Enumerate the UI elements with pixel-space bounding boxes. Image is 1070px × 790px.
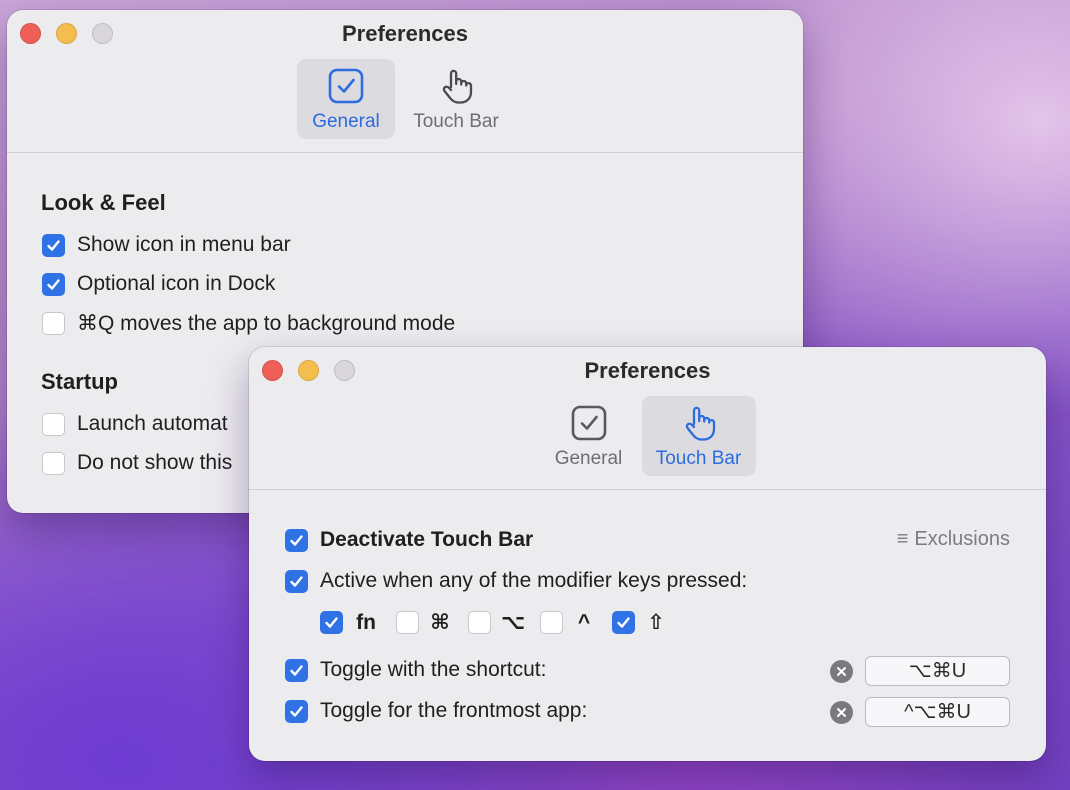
tab-touch-bar[interactable]: Touch Bar — [399, 59, 513, 139]
option-do-not-show[interactable]: Do not show this — [42, 451, 232, 475]
option-label: Do not show this — [77, 451, 233, 474]
exclusions-button[interactable]: ≡ Exclusions — [897, 528, 1010, 551]
titlebar: Preferences General Touch Bar — [249, 347, 1046, 490]
option-label: Toggle with the shortcut: — [320, 658, 547, 681]
section-title-look-feel: Look & Feel — [41, 190, 166, 215]
option-icon-in-dock[interactable]: Optional icon in Dock — [42, 272, 275, 296]
option-show-icon-menu-bar[interactable]: Show icon in menu bar — [42, 233, 291, 257]
checkmark-icon — [45, 237, 62, 254]
option-label: Active when any of the modifier keys pre… — [320, 569, 748, 592]
option-cmd-q-background[interactable]: ⌘Q moves the app to background mode — [42, 311, 455, 336]
checkmark-icon — [288, 703, 305, 720]
checkmark-icon — [288, 532, 305, 549]
section-title-startup: Startup — [41, 369, 118, 394]
shortcut-recorder-toggle[interactable]: ⌥⌘U — [865, 656, 1010, 686]
option-launch-automatically[interactable]: Launch automat — [42, 412, 228, 436]
toolbar-tabs: General Touch Bar — [249, 396, 1046, 476]
control-key-icon: ^ — [577, 610, 591, 634]
option-label: Toggle for the frontmost app: — [320, 699, 588, 722]
option-label: Deactivate Touch Bar — [320, 528, 534, 551]
option-key-icon: ⌥ — [501, 611, 526, 634]
checkbox-option[interactable] — [468, 611, 491, 634]
checkbox[interactable] — [285, 569, 308, 593]
clear-shortcut-button[interactable] — [830, 701, 853, 724]
tab-label: General — [554, 448, 623, 469]
modifier-keys-row: fn ⌘ ⌥ ^ ⇧ — [320, 610, 684, 635]
titlebar: Preferences General Touch Bar — [7, 10, 803, 153]
tab-label: General — [312, 111, 380, 132]
exclusions-label: Exclusions — [914, 528, 1010, 550]
checkbox[interactable] — [42, 451, 65, 475]
checkbox[interactable] — [42, 412, 65, 436]
shift-key-icon: ⇧ — [647, 611, 665, 634]
tab-general[interactable]: General — [540, 396, 638, 476]
shortcut-recorder-frontmost[interactable]: ^⌥⌘U — [865, 697, 1010, 727]
checkmark-icon — [323, 614, 340, 631]
clear-shortcut-button[interactable] — [830, 660, 853, 683]
window-title: Preferences — [342, 21, 468, 46]
checkbox[interactable] — [285, 699, 308, 723]
checkmark-icon — [615, 614, 632, 631]
tab-touch-bar[interactable]: Touch Bar — [641, 396, 756, 476]
checkbox[interactable] — [42, 312, 65, 335]
tab-label: Touch Bar — [413, 111, 499, 132]
checkbox-shift[interactable] — [612, 611, 635, 634]
checkbox[interactable] — [42, 233, 65, 257]
checkbox-icon — [570, 404, 608, 442]
hand-pointer-icon — [680, 404, 718, 442]
checkbox-control[interactable] — [540, 611, 563, 634]
option-label: Optional icon in Dock — [77, 272, 276, 295]
option-label: Launch automat — [77, 412, 228, 435]
checkmark-icon — [288, 573, 305, 590]
checkbox[interactable] — [42, 272, 65, 296]
preferences-window-touch-bar: Preferences General Touch Bar Deactivate… — [249, 347, 1046, 761]
checkbox[interactable] — [285, 528, 308, 552]
command-key-icon: ⌘ — [430, 611, 450, 634]
tab-label: Touch Bar — [655, 448, 742, 469]
checkbox[interactable] — [285, 658, 308, 682]
checkmark-icon — [45, 276, 62, 293]
list-icon: ≡ — [896, 528, 909, 550]
option-label: ⌘Q moves the app to background mode — [77, 312, 456, 335]
checkbox-icon — [327, 67, 365, 105]
option-modifier-keys[interactable]: Active when any of the modifier keys pre… — [285, 569, 747, 593]
x-icon — [837, 667, 846, 676]
option-toggle-frontmost[interactable]: Toggle for the frontmost app: — [285, 699, 587, 723]
checkmark-icon — [288, 662, 305, 679]
option-deactivate-touch-bar[interactable]: Deactivate Touch Bar — [285, 528, 533, 552]
toolbar-tabs: General Touch Bar — [7, 59, 803, 139]
x-icon — [837, 708, 846, 717]
option-toggle-shortcut[interactable]: Toggle with the shortcut: — [285, 658, 546, 682]
fn-key-label: fn — [356, 610, 376, 634]
hand-pointer-icon — [437, 67, 475, 105]
tab-general[interactable]: General — [297, 59, 395, 139]
checkbox-command[interactable] — [396, 611, 419, 634]
option-label: Show icon in menu bar — [77, 233, 291, 256]
checkbox-fn[interactable] — [320, 611, 343, 634]
window-title: Preferences — [584, 358, 711, 383]
